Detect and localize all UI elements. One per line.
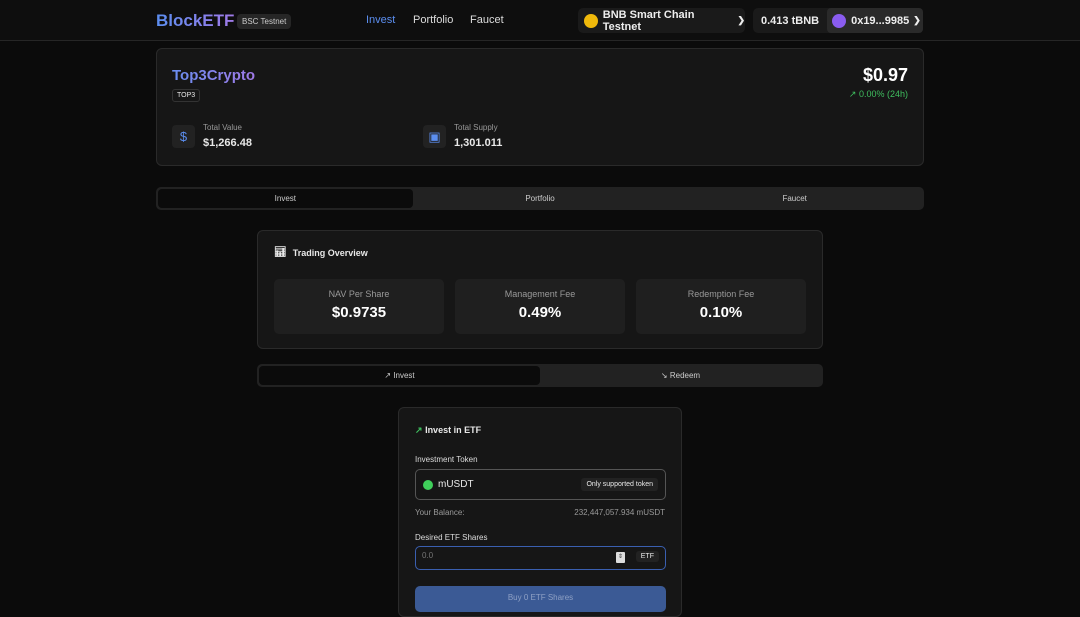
wallet-button[interactable]: 0x19...9985 ❯ (827, 8, 923, 33)
shares-input-wrap: ⇕ ETF (415, 546, 666, 570)
account-box: 0.413 tBNB 0x19...9985 ❯ (753, 8, 923, 33)
token-selector[interactable]: mUSDT Only supported token (415, 469, 666, 500)
mode-tabs: ↗ Invest ↘ Redeem (257, 364, 823, 387)
dollar-icon: $ (172, 125, 195, 148)
chevron-down-icon: ❯ (913, 15, 921, 25)
tab-invest[interactable]: Invest (158, 189, 413, 208)
stat-management-fee: Management Fee 0.49% (455, 279, 625, 334)
total-supply-label: Total Supply (454, 123, 498, 132)
price-change: ↗ 0.00% (24h) (849, 89, 908, 100)
bnb-icon (584, 13, 598, 28)
trending-up-icon: ↗ (415, 425, 423, 435)
trending-down-icon: ↘ (660, 371, 668, 380)
invest-title-text: Invest in ETF (425, 425, 482, 435)
chain-name: BNB Smart Chain Testnet (602, 8, 695, 33)
fund-header-card: Top3Crypto TOP3 $0.97 ↗ 0.00% (24h) $ To… (156, 48, 924, 166)
token-note: Only supported token (581, 478, 658, 491)
tab-invest-mode[interactable]: ↗ Invest (259, 366, 540, 385)
trending-up-icon: ↗ (848, 89, 857, 99)
top-nav: BlockETF BSC Testnet Invest Portfolio Fa… (0, 0, 1080, 41)
price-change-value: 0.00% (24h) (858, 89, 908, 99)
chevron-down-icon: ❯ (737, 15, 745, 25)
tab-label: Redeem (669, 371, 701, 380)
stepper-icon[interactable]: ⇕ (616, 552, 625, 563)
invest-title: ↗ Invest in ETF (415, 425, 481, 436)
stat-label: Management Fee (504, 289, 576, 299)
stat-redemption-fee: Redemption Fee 0.10% (636, 279, 806, 334)
nav-portfolio[interactable]: Portfolio (413, 14, 453, 26)
tab-faucet[interactable]: Faucet (667, 189, 922, 208)
overview-title: 📊︎ Trading Overview (274, 247, 368, 258)
nav-faucet[interactable]: Faucet (470, 14, 504, 26)
nav-invest[interactable]: Invest (366, 14, 395, 26)
stat-value: 0.49% (518, 304, 562, 321)
stat-label: NAV Per Share (328, 289, 390, 299)
main-tabs: Invest Portfolio Faucet (156, 187, 924, 210)
stat-nav: NAV Per Share $0.9735 (274, 279, 444, 334)
buy-button[interactable]: Buy 0 ETF Shares (415, 586, 666, 612)
network-badge: BSC Testnet (237, 14, 292, 29)
balance-label: Your Balance: (415, 508, 465, 517)
bar-chart-icon: 📊︎ (274, 247, 287, 258)
fund-name: Top3Crypto (172, 67, 256, 84)
balance: 0.413 tBNB (761, 14, 820, 27)
shares-label: Desired ETF Shares (415, 533, 488, 542)
avatar (832, 13, 847, 28)
wallet-address: 0x19...9985 (851, 14, 910, 27)
token-name: mUSDT (438, 479, 474, 490)
tab-portfolio[interactable]: Portfolio (413, 189, 668, 208)
trading-overview-card: 📊︎ Trading Overview NAV Per Share $0.9735 … (257, 230, 823, 349)
trending-up-icon: ↗ (384, 371, 392, 380)
stat-value: $0.9735 (331, 304, 387, 321)
shares-unit: ETF (635, 551, 659, 562)
balance-value: 232,447,057.934 mUSDT (574, 508, 665, 517)
total-value: $1,266.48 (203, 137, 252, 149)
tab-redeem-mode[interactable]: ↘ Redeem (540, 366, 821, 385)
stat-value: 0.10% (699, 304, 743, 321)
chain-selector[interactable]: BNB Smart Chain Testnet ❯ (578, 8, 745, 33)
token-dot-icon (423, 480, 433, 490)
tab-label: Invest (393, 371, 415, 380)
token-label: Investment Token (415, 455, 478, 464)
logo[interactable]: BlockETF (156, 11, 234, 31)
wallet-icon: ▣ (423, 125, 446, 148)
total-supply: 1,301.011 (454, 137, 503, 149)
invest-card: ↗ Invest in ETF Investment Token mUSDT O… (398, 407, 682, 617)
fund-symbol: TOP3 (172, 89, 201, 102)
total-value-label: Total Value (203, 123, 242, 132)
overview-title-text: Trading Overview (292, 247, 368, 258)
shares-input[interactable] (422, 551, 602, 560)
stat-label: Redemption Fee (687, 289, 755, 299)
fund-price: $0.97 (862, 65, 908, 85)
